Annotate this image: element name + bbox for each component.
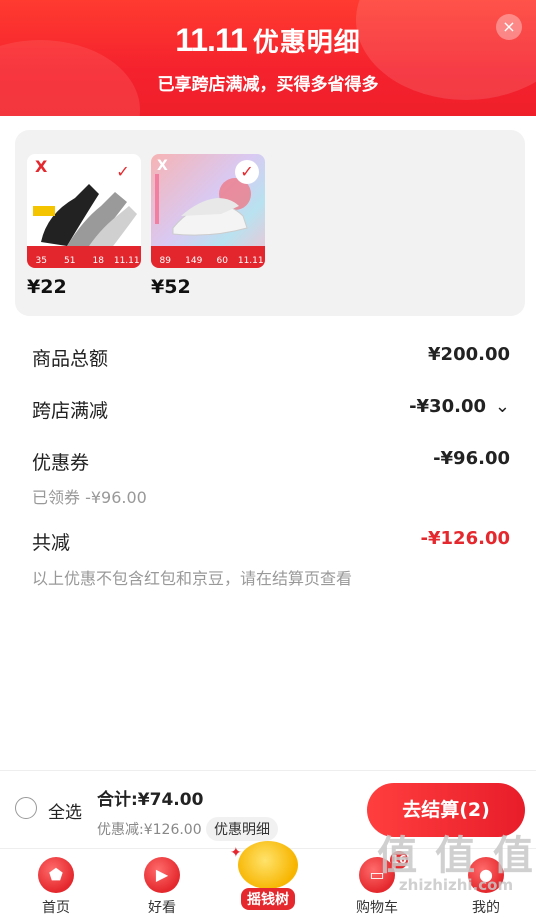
sneakers-product-image[interactable]: X 89 149 60 11.11 ✓ [151, 154, 265, 268]
tab-watch[interactable]: ▶ 好看 [122, 849, 202, 917]
watermark-logo: 值 值 值 [377, 833, 535, 879]
tab-watch-label: 好看 [148, 900, 176, 916]
header-title-text: 优惠明细 [252, 28, 361, 58]
header-title: 11.11 优惠明细 [0, 22, 536, 59]
crossstore-value: -¥30.00 [409, 396, 486, 417]
crossstore-label: 跨店满减 [32, 400, 109, 422]
select-all-label[interactable]: 全选 [48, 798, 82, 823]
coupon-claimed-note: 已领券 -¥96.00 [32, 488, 147, 507]
total-reduce-label: 共减 [32, 532, 71, 554]
site-watermark: 值 值 值 zhizhizhi.com [376, 832, 536, 920]
discount-detail-button[interactable]: 优惠明细 [206, 817, 278, 841]
select-all-radio[interactable] [15, 797, 37, 819]
tab-home-label: 首页 [42, 900, 70, 916]
svg-text:X: X [35, 157, 48, 176]
checkout-button[interactable]: 去结算(2) [367, 783, 525, 837]
tab-home[interactable]: ⬟ 首页 [16, 849, 96, 917]
watermark-url: zhizhizhi.com [398, 876, 514, 894]
product-price: ¥22 [27, 276, 67, 298]
product-price: ¥52 [151, 276, 191, 298]
close-button[interactable]: × [496, 14, 522, 40]
selected-check-icon[interactable]: ✓ [235, 160, 259, 184]
discount-amount: 优惠减:¥126.00 [97, 822, 202, 838]
double-eleven-logo: 11.11 [175, 22, 248, 58]
header-subtitle: 已享跨店满减，买得多省得多 [157, 75, 379, 95]
product-item[interactable]: X 35 51 18 11.11 ✓ ¥22 [27, 154, 141, 298]
discount-detail-header: 11.11 优惠明细 已享跨店满减，买得多省得多 × [0, 0, 536, 116]
selected-products-card: X 35 51 18 11.11 ✓ ¥22 X 89 149 60 11.11… [15, 130, 525, 316]
selected-check-icon[interactable]: ✓ [111, 160, 135, 184]
product-item[interactable]: X 89 149 60 11.11 ✓ ¥52 [151, 154, 265, 298]
discount-footnote: 以上优惠不包含红包和京豆，请在结算页查看 [32, 569, 353, 588]
home-icon: ⬟ [38, 857, 74, 893]
tab-money-tree-label: 摇钱树 [241, 888, 295, 910]
sparkle-icon: ✦ [230, 845, 242, 861]
price-strip: 35 51 18 11.11 [27, 246, 141, 268]
socks-product-image[interactable]: X 35 51 18 11.11 ✓ [27, 154, 141, 268]
money-tree-icon [238, 841, 298, 889]
video-play-icon: ▶ [144, 857, 180, 893]
total-reduce-value: -¥126.00 [420, 528, 510, 549]
goods-total-label: 商品总额 [32, 348, 109, 370]
order-total: 合计:¥74.00 [97, 790, 204, 810]
goods-total-value: ¥200.00 [428, 344, 510, 365]
svg-text:X: X [157, 158, 168, 174]
chevron-down-icon[interactable]: ⌄ [495, 396, 510, 417]
price-strip: 89 149 60 11.11 [151, 246, 265, 268]
close-icon: × [502, 17, 516, 36]
coupon-value: -¥96.00 [433, 448, 510, 469]
coupon-label: 优惠券 [32, 452, 90, 474]
